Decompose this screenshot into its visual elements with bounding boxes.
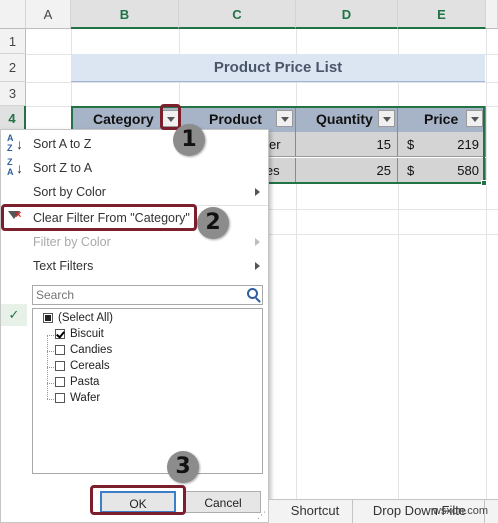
- watermark: wsxdn.com: [432, 505, 488, 517]
- list-item-label: Candies: [70, 344, 113, 356]
- sort-desc-arrow-icon: ↓: [16, 160, 23, 176]
- column-header-f-edge[interactable]: [486, 0, 498, 29]
- checkbox-wafer[interactable]: [55, 393, 65, 403]
- list-item-label: Pasta: [70, 376, 100, 388]
- checkbox-candies[interactable]: [55, 345, 65, 355]
- highlight-clear-filter: [1, 204, 197, 231]
- row-header-1[interactable]: 1: [0, 29, 26, 54]
- tree-line: [47, 367, 54, 368]
- checkbox-pasta[interactable]: [55, 377, 65, 387]
- menu-text-filters[interactable]: Text Filters: [1, 254, 268, 278]
- menu-filter-by-color[interactable]: Filter by Color: [1, 230, 268, 254]
- menu-sort-a-to-z[interactable]: AZ ↓ Sort A to Z: [1, 132, 268, 156]
- highlight-dropdown-button: [160, 104, 181, 130]
- search-field[interactable]: [32, 285, 263, 305]
- sort-desc-icon: ZA: [7, 157, 14, 177]
- list-item-label: Cereals: [70, 360, 110, 372]
- tree-line: [47, 383, 54, 384]
- list-item-label: Biscuit: [70, 328, 104, 340]
- column-header-b[interactable]: B: [71, 0, 179, 29]
- sort-asc-label: Sort A to Z: [33, 137, 92, 151]
- callout-step-2: 2: [197, 207, 229, 239]
- list-item-label: Wafer: [70, 392, 101, 404]
- list-item-label: (Select All): [58, 312, 113, 324]
- checkbox-cereals[interactable]: [55, 361, 65, 371]
- submenu-arrow-icon: [255, 262, 260, 270]
- filter-values-list: (Select All) Biscuit Candies Cereals Pas…: [32, 308, 263, 474]
- cancel-button[interactable]: Cancel: [185, 491, 261, 513]
- text-filters-label: Text Filters: [33, 259, 94, 273]
- column-header-c[interactable]: C: [179, 0, 296, 29]
- submenu-arrow-icon: [255, 188, 260, 196]
- tree-line: [47, 399, 54, 400]
- row-header-3[interactable]: 3: [0, 82, 26, 106]
- list-checkmark-icon: ✓: [1, 304, 27, 326]
- highlight-ok-button: [90, 485, 186, 515]
- column-header-a[interactable]: A: [26, 0, 71, 29]
- tree-line: [47, 351, 54, 352]
- search-input[interactable]: [33, 286, 233, 304]
- row-header-2[interactable]: 2: [0, 54, 26, 82]
- checkbox-select-all[interactable]: [43, 313, 53, 323]
- callout-step-1: 1: [173, 124, 205, 156]
- fill-handle[interactable]: [481, 180, 487, 186]
- submenu-arrow-icon: [255, 238, 260, 246]
- column-header-d[interactable]: D: [296, 0, 398, 29]
- search-icon-handle: [255, 297, 261, 303]
- callout-step-3: 3: [167, 451, 199, 483]
- resize-grip-icon[interactable]: ⋰: [257, 511, 266, 520]
- select-all-corner[interactable]: [0, 0, 26, 29]
- checkbox-biscuit[interactable]: [55, 329, 65, 339]
- menu-sort-by-color[interactable]: Sort by Color: [1, 180, 268, 204]
- menu-sort-z-to-a[interactable]: ZA ↓ Sort Z to A: [1, 156, 268, 180]
- sort-desc-label: Sort Z to A: [33, 161, 93, 175]
- tree-line: [47, 335, 54, 336]
- filter-by-color-label: Filter by Color: [33, 235, 111, 249]
- sheet-tab-shortcut[interactable]: Shortcut: [278, 500, 353, 523]
- sort-asc-arrow-icon: ↓: [16, 136, 23, 152]
- sheet-title[interactable]: Product Price List: [71, 54, 485, 82]
- column-header-e[interactable]: E: [398, 0, 486, 29]
- sort-asc-icon: AZ: [7, 133, 14, 153]
- sort-by-color-label: Sort by Color: [33, 185, 106, 199]
- filter-dropdown-panel: AZ ↓ Sort A to Z ZA ↓ Sort Z to A Sort b…: [0, 129, 269, 523]
